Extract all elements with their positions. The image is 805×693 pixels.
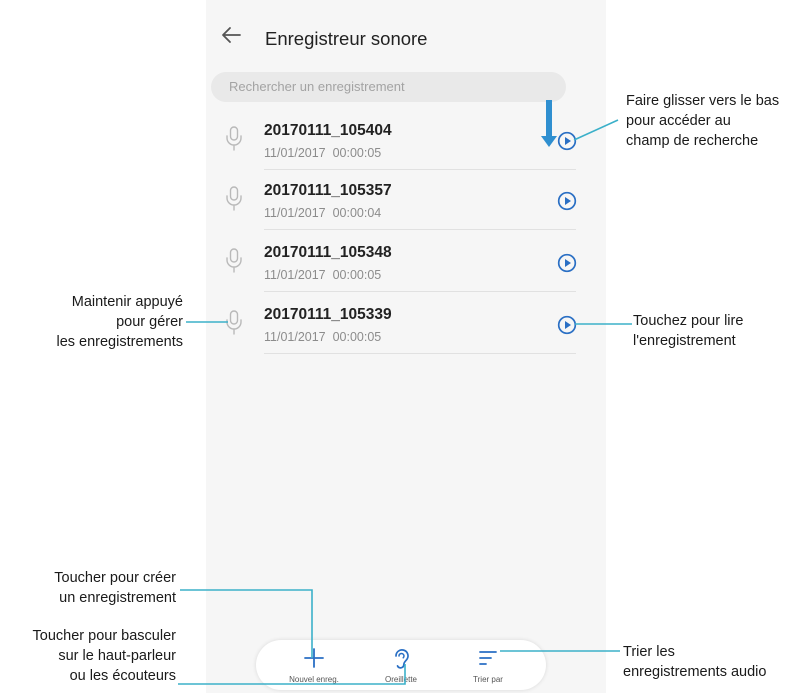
create-annotation: Toucher pour créer un enregistrement [0, 568, 176, 608]
app-header: Enregistreur sonore [206, 0, 606, 70]
annotation-line-text: l'enregistrement [633, 333, 736, 349]
recording-name: 20170111_105348 [264, 244, 392, 261]
annotation-line-text: un enregistrement [59, 590, 176, 606]
recording-date: 11/01/2017 [264, 206, 326, 220]
annotation-line-text: champ de recherche [626, 133, 759, 149]
recording-name: 20170111_105339 [264, 306, 392, 323]
recording-date: 11/01/2017 [264, 268, 326, 282]
plus-icon [304, 648, 324, 668]
recording-duration: 00:00:04 [332, 206, 382, 220]
annotation-line-text: pour accéder au [626, 113, 731, 129]
play-icon[interactable] [557, 191, 577, 211]
phone-screen: Enregistreur sonore Rechercher un enregi… [206, 0, 606, 693]
play-annotation: Touchez pour lire l'enregistrement [633, 311, 743, 351]
recording-name: 20170111_105357 [264, 182, 392, 199]
annotation-line-text: ou les écouteurs [69, 668, 176, 684]
sort-button[interactable]: Trier par [448, 640, 528, 690]
recording-name: 20170111_105404 [264, 122, 392, 139]
bottom-action-bar: Nouvel enreg. Oreillette Trier par [256, 640, 546, 690]
recording-date: 11/01/2017 [264, 146, 326, 160]
recording-duration: 00:00:05 [332, 268, 382, 282]
list-item[interactable]: 20170111_105404 11/01/2017 00:00:05 [206, 112, 606, 170]
microphone-icon [226, 248, 242, 273]
sort-icon [479, 651, 497, 665]
annotation-line-text: Toucher pour basculer [32, 628, 176, 644]
microphone-icon [226, 186, 242, 211]
annotation-line-text: Touchez pour lire [633, 313, 744, 329]
recording-duration: 00:00:05 [332, 330, 382, 344]
hold-annotation: Maintenir appuyé pour gérer les enregist… [0, 292, 183, 352]
list-item[interactable]: 20170111_105348 11/01/2017 00:00:05 [206, 234, 606, 292]
new-recording-label: Nouvel enreg. [289, 675, 339, 684]
toggle-annotation: Toucher pour basculer sur le haut-parleu… [0, 626, 176, 686]
play-icon[interactable] [557, 315, 577, 335]
recording-meta: 11/01/2017 00:00:05 [264, 330, 381, 344]
recording-meta: 11/01/2017 00:00:04 [264, 206, 381, 220]
annotation-line-text: enregistrements audio [623, 664, 767, 680]
row-divider [264, 229, 576, 230]
annotation-line-text: Toucher pour créer [54, 570, 176, 586]
swipe-annotation: Faire glisser vers le bas pour accéder a… [626, 91, 779, 151]
annotation-line-text: Maintenir appuyé [71, 294, 183, 310]
play-icon[interactable] [557, 253, 577, 273]
recording-duration: 00:00:05 [332, 146, 382, 160]
sort-label: Trier par [473, 675, 503, 684]
annotation-line-text: Faire glisser vers le bas [626, 93, 780, 109]
back-arrow-icon[interactable] [220, 24, 242, 46]
row-divider [264, 169, 576, 170]
list-item[interactable]: 20170111_105357 11/01/2017 00:00:04 [206, 172, 606, 230]
page-title: Enregistreur sonore [265, 28, 428, 49]
new-recording-button[interactable]: Nouvel enreg. [274, 640, 354, 690]
annotation-line-text: Trier les [623, 644, 675, 660]
play-icon[interactable] [557, 131, 577, 151]
microphone-icon [226, 310, 242, 335]
sort-annotation: Trier les enregistrements audio [623, 642, 766, 682]
row-divider [264, 291, 576, 292]
earpiece-toggle-button[interactable]: Oreillette [361, 640, 441, 690]
recording-date: 11/01/2017 [264, 330, 326, 344]
row-divider [264, 353, 576, 354]
annotation-line-text: les enregistrements [56, 334, 183, 350]
recording-meta: 11/01/2017 00:00:05 [264, 268, 381, 282]
search-input[interactable]: Rechercher un enregistrement [211, 72, 566, 102]
ear-icon [395, 649, 409, 669]
list-item[interactable]: 20170111_105339 11/01/2017 00:00:05 [206, 296, 606, 354]
annotation-line-text: pour gérer [116, 314, 183, 330]
earpiece-label: Oreillette [384, 675, 417, 684]
recording-meta: 11/01/2017 00:00:05 [264, 146, 381, 160]
microphone-icon [226, 126, 242, 151]
annotation-line-text: sur le haut-parleur [58, 648, 176, 664]
